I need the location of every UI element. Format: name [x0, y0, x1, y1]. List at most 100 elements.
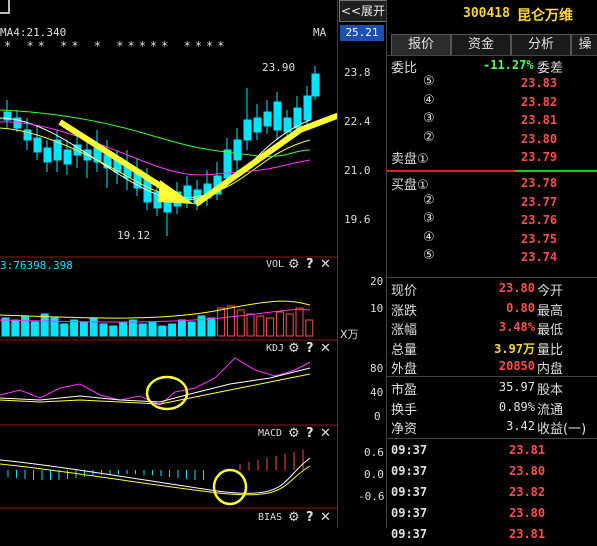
volume-label: 3:76398.398: [0, 259, 73, 272]
kdj-axis-label: 0: [374, 410, 381, 423]
macd-close-icon[interactable]: ✕: [320, 426, 331, 441]
kdj-circle-annotation: [145, 375, 189, 411]
tick-price: 23.82: [509, 485, 546, 499]
stock-name: 昆仑万维: [517, 8, 573, 24]
candle-body: [311, 73, 320, 97]
bid-level-label: ②: [423, 192, 435, 208]
volume-bar: [119, 321, 128, 337]
volume-bar: [89, 317, 98, 337]
fundamental-row: 换手 0.89% 流通: [387, 399, 597, 418]
vol-tag: VOL: [266, 259, 285, 270]
chart-area[interactable]: MA4:21.340 * ** ** * ***** **** MA 23.90…: [0, 0, 337, 528]
fundamental-row: 净资 3.42 收益(一): [387, 418, 597, 437]
ask-row[interactable]: ④ 23.82: [387, 93, 597, 112]
quote-stats: 现价 23.80 今开 涨跌 0.80 最高 涨幅 3.48% 最低 总量 3.…: [387, 277, 597, 378]
bid-level-label: ④: [423, 229, 435, 245]
tick-row: 09:37 23.82: [387, 485, 597, 504]
tab-more[interactable]: 操: [571, 34, 597, 55]
top-price-badge: 25.21: [340, 25, 384, 41]
macd-dea-line: [0, 463, 311, 496]
bid-price: 23.76: [521, 213, 558, 228]
vol-gear-icon[interactable]: ⚙: [288, 257, 300, 272]
stat-value: 0.89%: [498, 399, 535, 414]
stat-row: 现价 23.80 今开: [387, 280, 597, 299]
kdj-help-icon[interactable]: ?: [306, 341, 314, 356]
expand-button[interactable]: <<展开: [339, 0, 387, 22]
price-axis-label: 19.6: [344, 213, 371, 226]
volume-bar: [30, 321, 39, 337]
tick-list: 09:37 23.81 09:37 23.80 09:37 23.82 09:3…: [387, 438, 597, 541]
ask-row[interactable]: 卖盘① 23.79: [387, 148, 597, 167]
macd-help-icon[interactable]: ?: [306, 426, 314, 441]
ma-tag: MA: [313, 26, 327, 39]
stat-row: 涨幅 3.48% 最低: [387, 319, 597, 338]
ask-level-label: ②: [423, 129, 435, 145]
stock-header: 300418 昆仑万维: [387, 0, 597, 30]
kdj-line-k: [0, 367, 311, 403]
bid-price: 23.74: [521, 250, 558, 265]
bias-help-icon[interactable]: ?: [306, 510, 314, 525]
volume-bar: [158, 325, 167, 337]
candle-body: [233, 139, 242, 161]
bid-level-label: 买盘①: [391, 178, 429, 193]
tick-row: 09:37 23.81: [387, 527, 597, 546]
macd-gear-icon[interactable]: ⚙: [288, 426, 300, 441]
candle-body: [263, 111, 272, 127]
stat-label: 市盈: [391, 383, 418, 398]
macd-axis-label: 0.6: [364, 446, 384, 459]
tab-analysis[interactable]: 分析: [511, 34, 571, 55]
volume-bar: [285, 313, 294, 337]
kdj-tag: KDJ: [266, 343, 285, 354]
high-price-label: 23.90: [262, 61, 296, 74]
price-axis-label: 22.4: [344, 115, 371, 128]
price-axis-label: 21.0: [344, 164, 371, 177]
bid-row[interactable]: 买盘① 23.78: [387, 174, 597, 193]
tab-quote[interactable]: 报价: [391, 34, 451, 55]
stat-label-2: 股本: [537, 383, 564, 398]
volume-bar: [60, 323, 69, 337]
bid-row[interactable]: ④ 23.75: [387, 230, 597, 249]
ask-price: 23.82: [521, 94, 558, 109]
stat-label-2: 最高: [537, 303, 564, 319]
kdj-gear-icon[interactable]: ⚙: [288, 341, 300, 356]
tab-funds[interactable]: 资金: [451, 34, 511, 55]
ask-row[interactable]: ⑤ 23.83: [387, 74, 597, 93]
left-edge-marker: [0, 0, 10, 14]
tick-row: 09:37 23.80: [387, 464, 597, 483]
quote-panel: 300418 昆仑万维 报价 资金 分析 操 委比 -11.27% 委差 ⑤ 2…: [386, 0, 597, 541]
kdj-close-icon[interactable]: ✕: [320, 341, 331, 356]
tick-row: 09:37 23.80: [387, 506, 597, 525]
stat-value: 20850: [498, 359, 535, 373]
volume-bar: [11, 319, 20, 337]
volume-bar: [217, 307, 226, 337]
volume-bar: [40, 313, 49, 337]
macd-axis-label: 0.0: [364, 468, 384, 481]
vol-axis-label: 10: [370, 302, 384, 315]
macd-axis-label: -0.6: [358, 490, 385, 503]
volume-bar: [266, 317, 275, 337]
vol-close-icon[interactable]: ✕: [320, 257, 331, 272]
volume-bar: [187, 321, 196, 337]
ask-row[interactable]: ② 23.80: [387, 130, 597, 149]
kdj-axis-label: 40: [370, 386, 384, 399]
tick-time: 09:37: [391, 443, 428, 457]
bid-row[interactable]: ⑤ 23.74: [387, 248, 597, 267]
macd-circle-annotation: [212, 468, 248, 506]
bid-row[interactable]: ② 23.77: [387, 193, 597, 212]
bias-close-icon[interactable]: ✕: [320, 510, 331, 525]
volume-bars: [0, 300, 314, 337]
tick-price: 23.81: [509, 527, 546, 541]
tick-time: 09:37: [391, 527, 428, 541]
ask-row[interactable]: ③ 23.81: [387, 111, 597, 130]
candle-body: [33, 137, 42, 153]
stat-label: 换手: [391, 402, 418, 418]
vol-help-icon[interactable]: ?: [306, 257, 314, 272]
bias-gear-icon[interactable]: ⚙: [288, 510, 300, 525]
bid-level-label: ③: [423, 211, 435, 227]
stat-value: 3.97万: [494, 341, 535, 356]
stat-label-2: 今开: [537, 284, 564, 299]
bid-row[interactable]: ③ 23.76: [387, 211, 597, 230]
tick-row: 09:37 23.81: [387, 443, 597, 462]
tick-time: 09:37: [391, 464, 428, 478]
tick-time: 09:37: [391, 485, 428, 499]
